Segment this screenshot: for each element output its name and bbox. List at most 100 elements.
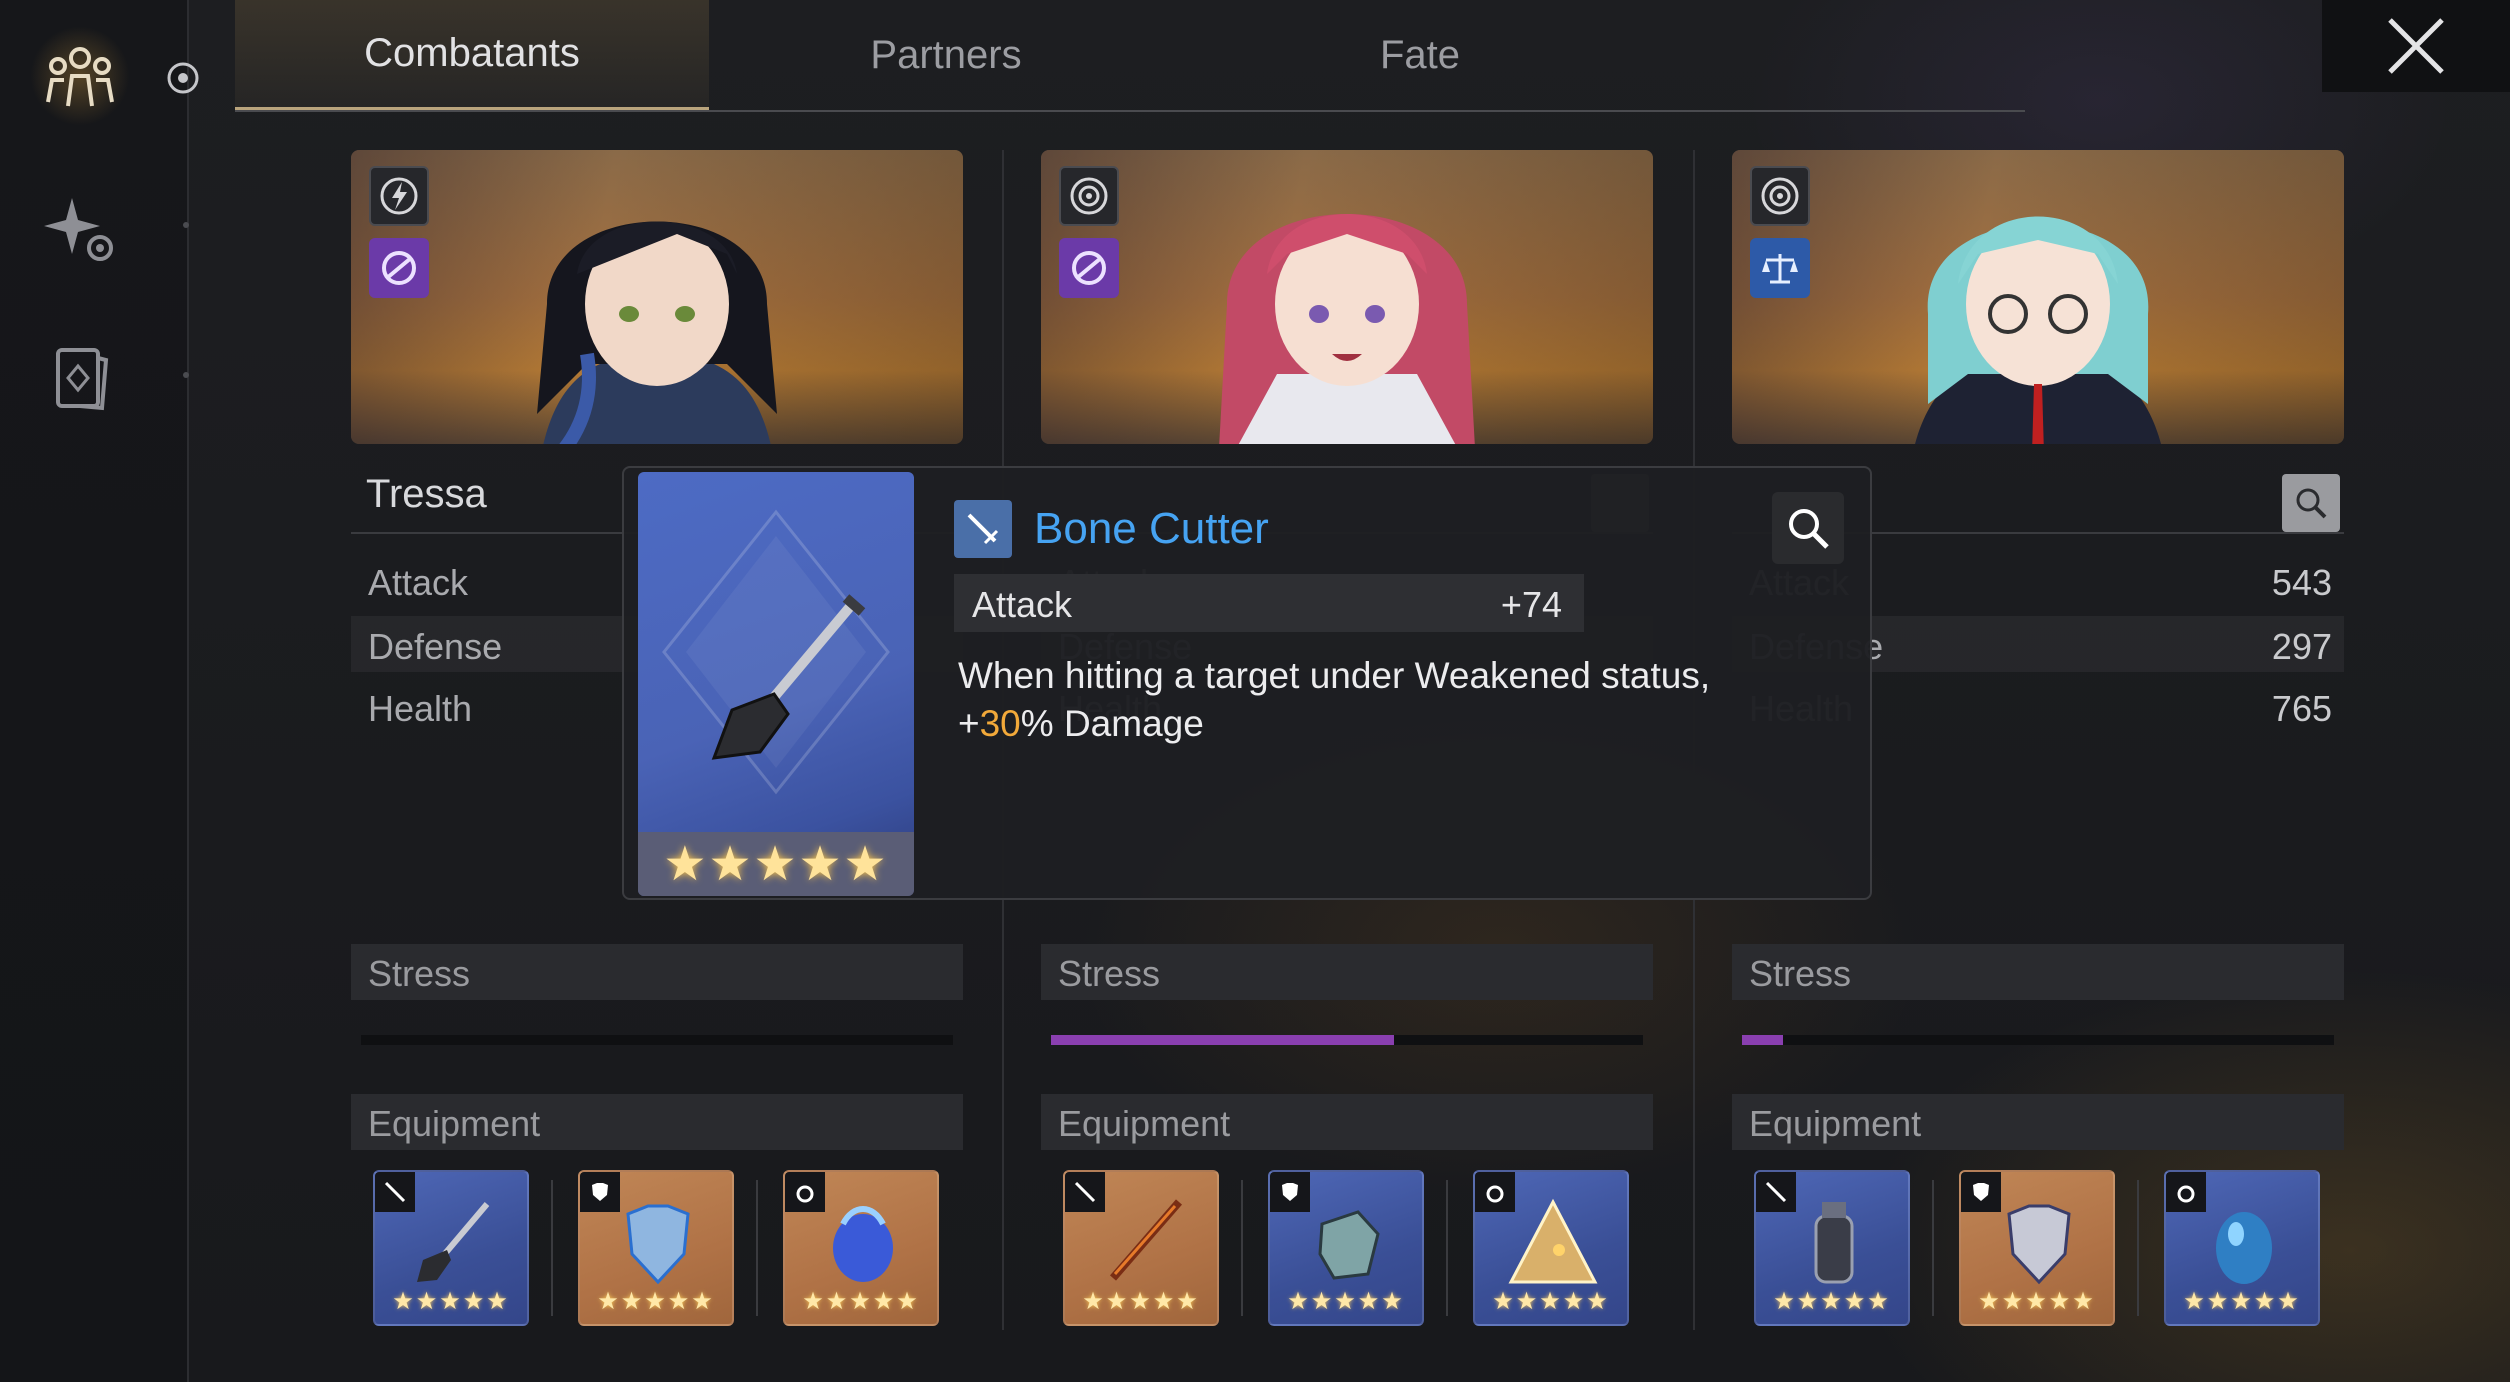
item-stat-value: +74	[1500, 584, 1562, 625]
search-icon	[2296, 488, 2327, 519]
equipment-divider	[756, 1180, 758, 1316]
weapon-type-icon	[954, 500, 1012, 558]
rarity-stars: ★★★★★	[1978, 1288, 2096, 1315]
equipment-divider	[2137, 1180, 2139, 1316]
equipment-label: Equipment	[1058, 1103, 1231, 1144]
equipment-weapon-slot[interactable]: ★★★★★	[1063, 1170, 1219, 1326]
element-badge	[1750, 166, 1810, 226]
target-icon	[1761, 177, 1799, 215]
rarity-stars: ★★★★★	[2183, 1288, 2301, 1315]
equipment-header: Equipment	[1041, 1094, 1653, 1150]
character-art	[1219, 214, 1475, 444]
close-icon	[2388, 18, 2444, 74]
item-description-line: When hitting a target under Weakened sta…	[958, 655, 1711, 696]
weapon-slot-icon	[375, 1172, 415, 1212]
close-button[interactable]	[2322, 0, 2510, 92]
rarity-stars: ★★★★★	[1082, 1288, 1200, 1315]
stat-value: 297	[2271, 626, 2332, 667]
item-description-suffix: % Damage	[1020, 703, 1204, 744]
rarity-stars: ★★★★★	[1492, 1288, 1610, 1315]
equipment-armor-slot[interactable]: ★★★★★	[1959, 1170, 2115, 1326]
character-portrait[interactable]	[1732, 150, 2344, 444]
sword-icon	[1109, 1199, 1183, 1281]
rarity-stars: ★★★★★	[1287, 1288, 1405, 1315]
item-name: Bone Cutter	[1034, 504, 1269, 553]
character-portrait[interactable]	[351, 150, 963, 444]
equipment-weapon-slot[interactable]: ★★★★★	[1754, 1170, 1910, 1326]
equipment-divider	[1446, 1180, 1448, 1316]
cards-icon	[56, 348, 109, 411]
item-description: When hitting a target under Weakened sta…	[958, 652, 1808, 748]
equipment-armor-slot[interactable]: ★★★★★	[578, 1170, 734, 1326]
equipment-divider	[1241, 1180, 1243, 1316]
equipment-label: Equipment	[368, 1103, 541, 1144]
shovel-icon	[711, 594, 866, 760]
item-image: ★★★★★	[638, 472, 914, 896]
rarity-stars: ★★★★★	[1773, 1288, 1891, 1315]
equipment-divider	[1932, 1180, 1934, 1316]
class-badge	[369, 238, 429, 298]
armor-slot-icon	[580, 1172, 620, 1212]
equipment-weapon-slot[interactable]: ★★★★★	[373, 1170, 529, 1326]
stat-value: 765	[2271, 688, 2332, 729]
tab-partners[interactable]: Partners	[709, 0, 1183, 110]
equipment-row: ★★★★★ ★★★★★ ★★★★★	[1041, 1170, 1653, 1330]
team-icon	[46, 47, 114, 107]
stress-header: Stress	[1041, 944, 1653, 1000]
shovel-icon	[417, 1202, 490, 1282]
equipment-armor-slot[interactable]: ★★★★★	[1268, 1170, 1424, 1326]
tab-fate[interactable]: Fate	[1183, 0, 1657, 110]
sidebar-item-combatants[interactable]	[30, 26, 130, 126]
equipment-accessory-slot[interactable]: ★★★★★	[1473, 1170, 1629, 1326]
gem-icon	[833, 1206, 893, 1282]
class-badge	[1059, 238, 1119, 298]
character-art	[537, 221, 777, 444]
orbit-icon[interactable]	[163, 58, 203, 98]
search-icon	[1789, 509, 1829, 549]
pyramid-icon	[1508, 1198, 1598, 1284]
weapon-slot-icon	[1756, 1172, 1796, 1212]
vortex-icon	[382, 251, 416, 285]
equipment-accessory-slot[interactable]: ★★★★★	[2164, 1170, 2320, 1326]
armor-icon	[2007, 1204, 2071, 1285]
tab-bar: Combatants Partners Fate	[235, 0, 2025, 112]
weapon-slot-icon	[1065, 1172, 1105, 1212]
item-description-prefix: +	[958, 703, 980, 744]
target-icon	[1070, 177, 1108, 215]
sidebar	[0, 0, 199, 1382]
item-description-highlight: 30	[979, 703, 1021, 744]
item-tooltip: ★★★★★ Bone Cutter Attack +74 When hittin…	[622, 466, 1872, 900]
class-badge	[1750, 238, 1810, 298]
stress-bar	[1742, 1035, 2334, 1045]
character-portrait[interactable]	[1041, 150, 1653, 444]
character-name: Tressa	[366, 472, 487, 516]
equipment-label: Equipment	[1749, 1103, 1922, 1144]
accessory-slot-icon	[785, 1172, 825, 1212]
tab-combatants[interactable]: Combatants	[235, 0, 709, 110]
armor-slot-icon	[1961, 1172, 2001, 1212]
sidebar-item-partners[interactable]	[30, 180, 130, 280]
element-badge	[1059, 166, 1119, 226]
item-inspect-button[interactable]	[1772, 492, 1844, 564]
character-art	[1915, 216, 2161, 444]
stress-bar	[361, 1035, 953, 1045]
equipment-divider	[551, 1180, 553, 1316]
rarity-stars: ★★★★★	[802, 1288, 920, 1315]
stress-header: Stress	[351, 944, 963, 1000]
rarity-stars: ★★★★★	[392, 1288, 510, 1315]
equipment-row: ★★★★★ ★★★★★ ★★★★★	[1732, 1170, 2344, 1330]
grenade-icon	[1814, 1202, 1854, 1284]
equipment-header: Equipment	[351, 1094, 963, 1150]
equipment-accessory-slot[interactable]: ★★★★★	[783, 1170, 939, 1326]
stat-value: 543	[2271, 562, 2332, 603]
gauntlet-icon	[1318, 1210, 1380, 1280]
vortex-icon	[1072, 251, 1106, 285]
sparkle-icon	[44, 198, 113, 261]
rarity-stars: ★★★★★	[597, 1288, 715, 1315]
sidebar-item-fate[interactable]	[30, 328, 130, 428]
armor-icon	[626, 1204, 690, 1285]
inspect-button[interactable]	[2282, 474, 2340, 532]
equipment-header: Equipment	[1732, 1094, 2344, 1150]
stress-label: Stress	[1058, 953, 1161, 994]
accessory-slot-icon	[2166, 1172, 2206, 1212]
